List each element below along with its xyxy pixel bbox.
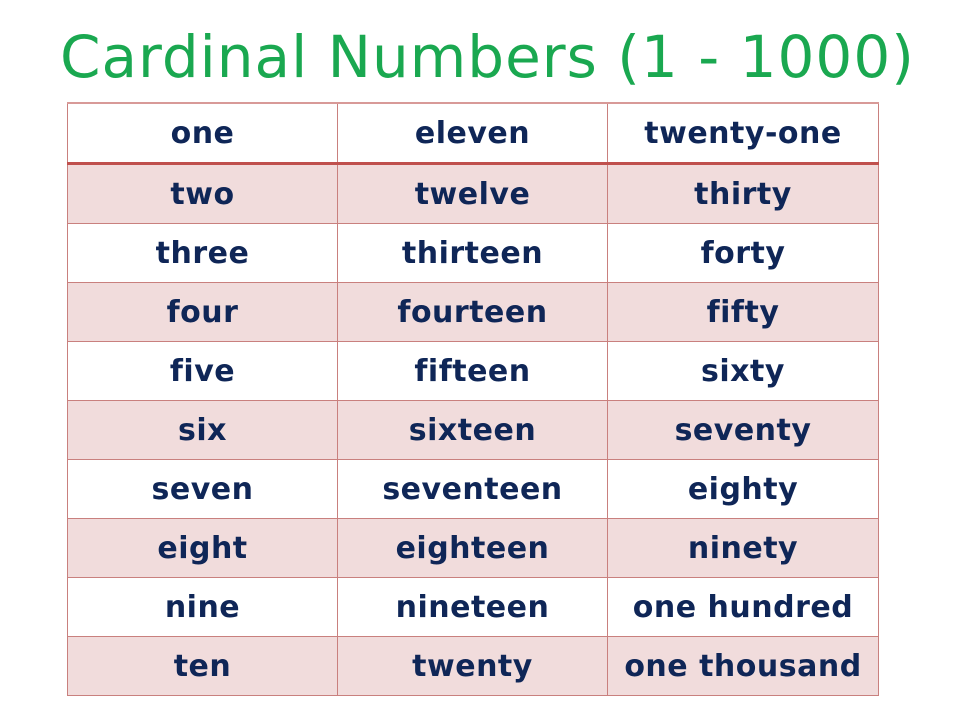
table-cell: seventeen — [337, 459, 608, 519]
table-cell: ninety — [607, 518, 879, 578]
table-row: seven seventeen eighty — [67, 459, 879, 519]
table-cell: seven — [67, 459, 338, 519]
table-cell: forty — [607, 223, 879, 283]
table-cell: four — [67, 282, 338, 342]
table-cell: thirty — [607, 163, 879, 224]
table-cell: fourteen — [337, 282, 608, 342]
table-cell: thirteen — [337, 223, 608, 283]
table-cell: seventy — [607, 400, 879, 460]
table-row: eight eighteen ninety — [67, 518, 879, 578]
table-row: six sixteen seventy — [67, 400, 879, 460]
table-cell: one — [67, 102, 338, 165]
table-row: three thirteen forty — [67, 223, 879, 283]
table-row: two twelve thirty — [67, 163, 879, 224]
table-cell: fifteen — [337, 341, 608, 401]
table-cell: eighteen — [337, 518, 608, 578]
table-cell: twenty-one — [607, 102, 879, 165]
table-row: five fifteen sixty — [67, 341, 879, 401]
table-cell: one hundred — [607, 577, 879, 637]
table-cell: three — [67, 223, 338, 283]
table-cell: twenty — [337, 636, 608, 696]
table-cell: eighty — [607, 459, 879, 519]
numbers-table: one eleven twenty-one two twelve thirty three t… — [67, 102, 879, 696]
table-cell: eleven — [337, 102, 608, 165]
table-row: ten twenty one thousand — [67, 636, 879, 696]
table-cell: eight — [67, 518, 338, 578]
page-title: Cardinal Numbers (1 - 1000) — [60, 23, 915, 91]
table-cell: five — [67, 341, 338, 401]
table-cell: sixty — [607, 341, 879, 401]
table-cell: twelve — [337, 163, 608, 224]
table-cell: nine — [67, 577, 338, 637]
table-cell: sixteen — [337, 400, 608, 460]
table-cell: ten — [67, 636, 338, 696]
table-cell: one thousand — [607, 636, 879, 696]
table-row: nine nineteen one hundred — [67, 577, 879, 637]
table-row: four fourteen fifty — [67, 282, 879, 342]
table-cell: fifty — [607, 282, 879, 342]
table-cell: two — [67, 163, 338, 224]
table-cell: six — [67, 400, 338, 460]
table-cell: nineteen — [337, 577, 608, 637]
table-row: one eleven twenty-one — [67, 102, 879, 165]
